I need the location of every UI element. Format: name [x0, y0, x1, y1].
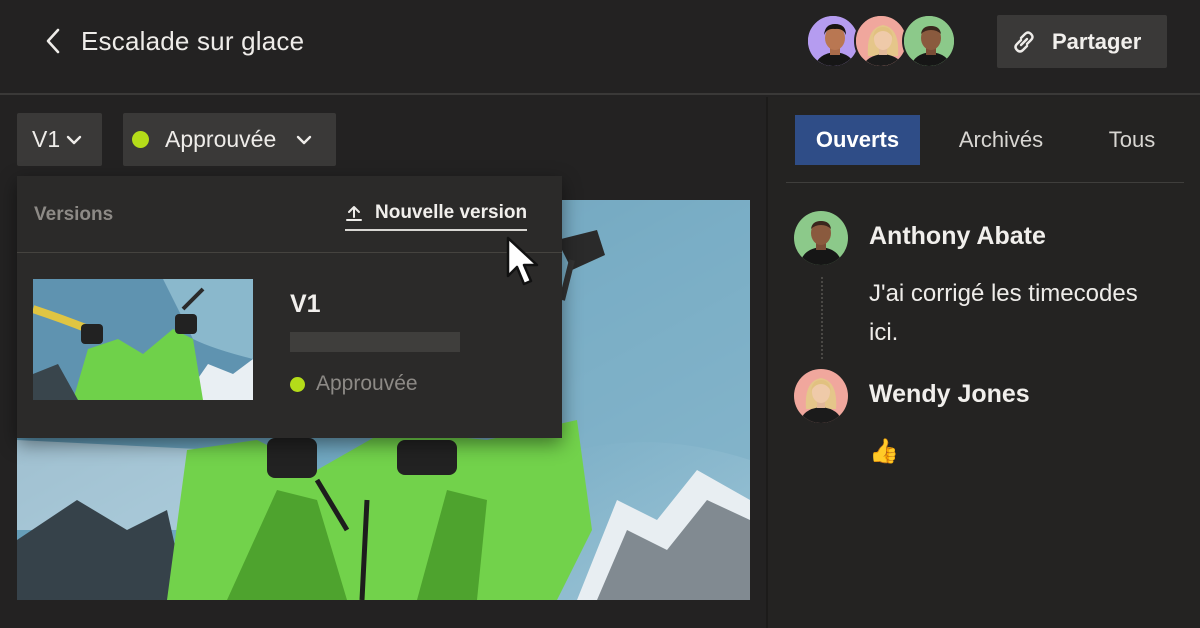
avatar[interactable] [902, 14, 956, 68]
avatar [794, 369, 848, 423]
page-title: Escalade sur glace [81, 26, 305, 56]
chevron-down-icon [66, 135, 82, 144]
share-button-label: Partager [1052, 28, 1142, 54]
version-name: V1 [290, 290, 321, 318]
comment-text: J'ai corrigé les timecodes ici. [869, 280, 1138, 346]
thread-connector [821, 277, 823, 359]
comment-text: 👍 [869, 438, 899, 465]
back-button[interactable] [38, 26, 68, 56]
status-dot [132, 131, 149, 148]
avatar[interactable] [854, 14, 908, 68]
comments-panel: Ouverts Archivés Tous Anthony Abate J'ai… [766, 97, 1200, 628]
comment-tabs: Ouverts Archivés Tous [786, 115, 1184, 183]
version-thumbnail [33, 279, 253, 400]
top-bar: Escalade sur glace Partager [0, 0, 1200, 95]
version-status-label: Approuvée [316, 372, 418, 395]
tab-archives[interactable]: Archivés [946, 115, 1056, 165]
version-select[interactable]: V1 [17, 113, 102, 166]
tab-ouverts[interactable]: Ouverts [795, 115, 920, 165]
media-pane: V1 Approuvée Versions Nouvelle version V… [0, 97, 766, 628]
comment-author: Anthony Abate [869, 222, 1046, 250]
versions-title: Versions [34, 204, 114, 225]
status-dot [290, 376, 305, 392]
new-version-label: Nouvelle version [375, 202, 528, 223]
version-select-label: V1 [32, 126, 61, 152]
versions-dropdown: Versions Nouvelle version V1 Approuvée [17, 176, 562, 438]
version-status: Approuvée [290, 372, 418, 396]
avatar[interactable] [806, 14, 860, 68]
chevron-left-icon [46, 28, 60, 54]
comment-author: Wendy Jones [869, 380, 1030, 408]
chevron-down-icon [297, 135, 312, 144]
version-meta-placeholder [290, 332, 460, 352]
link-icon [1014, 30, 1034, 53]
versions-dropdown-header: Versions Nouvelle version [17, 176, 562, 253]
tab-tous[interactable]: Tous [1096, 115, 1168, 165]
upload-icon [346, 206, 362, 221]
new-version-button[interactable]: Nouvelle version [345, 201, 528, 231]
version-list-item[interactable]: V1 Approuvée [17, 254, 562, 438]
avatar [794, 211, 848, 265]
share-button[interactable]: Partager [997, 15, 1167, 68]
status-select[interactable]: Approuvée [123, 113, 336, 166]
status-select-label: Approuvée [165, 126, 277, 152]
mouse-pointer-icon [506, 236, 539, 286]
